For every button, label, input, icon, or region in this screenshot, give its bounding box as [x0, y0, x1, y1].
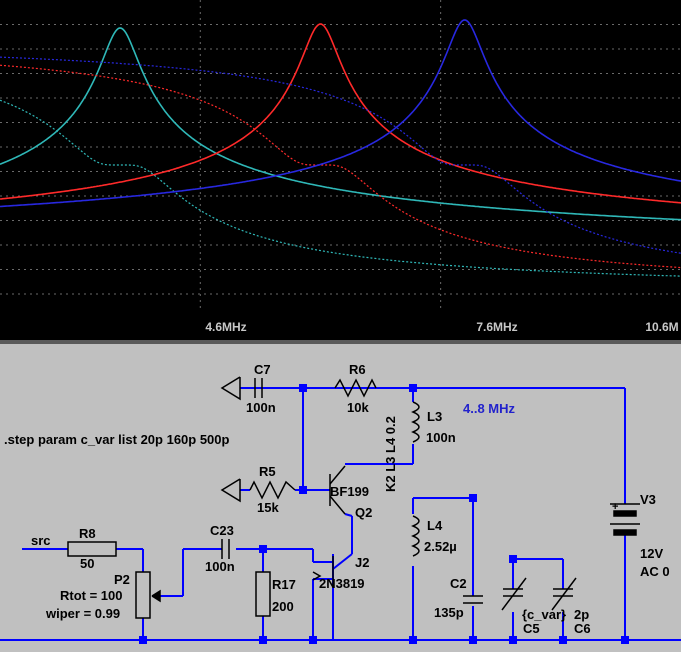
magnitude-curve[interactable]: [0, 19, 681, 208]
plot-grid: [0, 0, 681, 310]
c2-value[interactable]: 135p: [434, 606, 464, 620]
x-tick-label: 7.6MHz: [476, 320, 518, 334]
plot-curves: [0, 19, 681, 277]
r6-name[interactable]: R6: [349, 363, 366, 377]
step-directive[interactable]: .step param c_var list 20p 160p 500p: [4, 433, 229, 447]
v3-ac[interactable]: AC 0: [640, 565, 670, 579]
q2-name[interactable]: Q2: [355, 506, 372, 520]
ltspice-window: 4.6MHz 7.6MHz 10.6M .step param c_var li…: [0, 0, 681, 652]
x-axis: 4.6MHz 7.6MHz 10.6M: [0, 310, 681, 340]
frequency-comment[interactable]: 4..8 MHz: [463, 402, 515, 416]
schematic-editor[interactable]: .step param c_var list 20p 160p 500p 4..…: [0, 344, 681, 652]
j2-model[interactable]: 2N3819: [319, 577, 365, 591]
phase-curve[interactable]: [0, 64, 681, 269]
q2-model[interactable]: BF199: [330, 485, 369, 499]
phase-curve[interactable]: [0, 99, 681, 277]
waveform-plot[interactable]: [0, 0, 681, 310]
r17-value[interactable]: 200: [272, 600, 294, 614]
p2-rtot[interactable]: Rtot = 100: [60, 589, 123, 603]
r5-name[interactable]: R5: [259, 465, 276, 479]
c6-value[interactable]: 2p: [574, 608, 589, 622]
l4-name[interactable]: L4: [427, 519, 442, 533]
v3-value[interactable]: 12V: [640, 547, 663, 561]
r6-value[interactable]: 10k: [347, 401, 369, 415]
c2-name[interactable]: C2: [450, 577, 467, 591]
r17-name[interactable]: R17: [272, 578, 296, 592]
r8-value[interactable]: 50: [80, 557, 94, 571]
plot-canvas: [0, 0, 681, 310]
magnitude-curve[interactable]: [0, 23, 681, 204]
c23-name[interactable]: C23: [210, 524, 234, 538]
x-tick-label: 4.6MHz: [205, 320, 247, 334]
v3-plus: +: [612, 501, 619, 513]
c5-value[interactable]: {c_var}: [522, 608, 566, 622]
c6-name[interactable]: C6: [574, 622, 591, 636]
p2-wiper[interactable]: wiper = 0.99: [46, 607, 120, 621]
j2-name[interactable]: J2: [355, 556, 369, 570]
v3-name[interactable]: V3: [640, 493, 656, 507]
r8-name[interactable]: R8: [79, 527, 96, 541]
x-tick-label: 10.6M: [645, 320, 679, 334]
c5-name[interactable]: C5: [523, 622, 540, 636]
l3-name[interactable]: L3: [427, 410, 442, 424]
l4-value[interactable]: 2.52µ: [424, 540, 457, 554]
c23-value[interactable]: 100n: [205, 560, 235, 574]
c7-value[interactable]: 100n: [246, 401, 276, 415]
src-net-label[interactable]: src: [31, 534, 51, 548]
p2-name[interactable]: P2: [114, 573, 130, 587]
r5-value[interactable]: 15k: [257, 501, 279, 515]
phase-curve[interactable]: [0, 56, 681, 254]
c7-name[interactable]: C7: [254, 363, 271, 377]
l3-value[interactable]: 100n: [426, 431, 456, 445]
coupling-directive[interactable]: K2 L3 L4 0.2: [383, 416, 398, 492]
